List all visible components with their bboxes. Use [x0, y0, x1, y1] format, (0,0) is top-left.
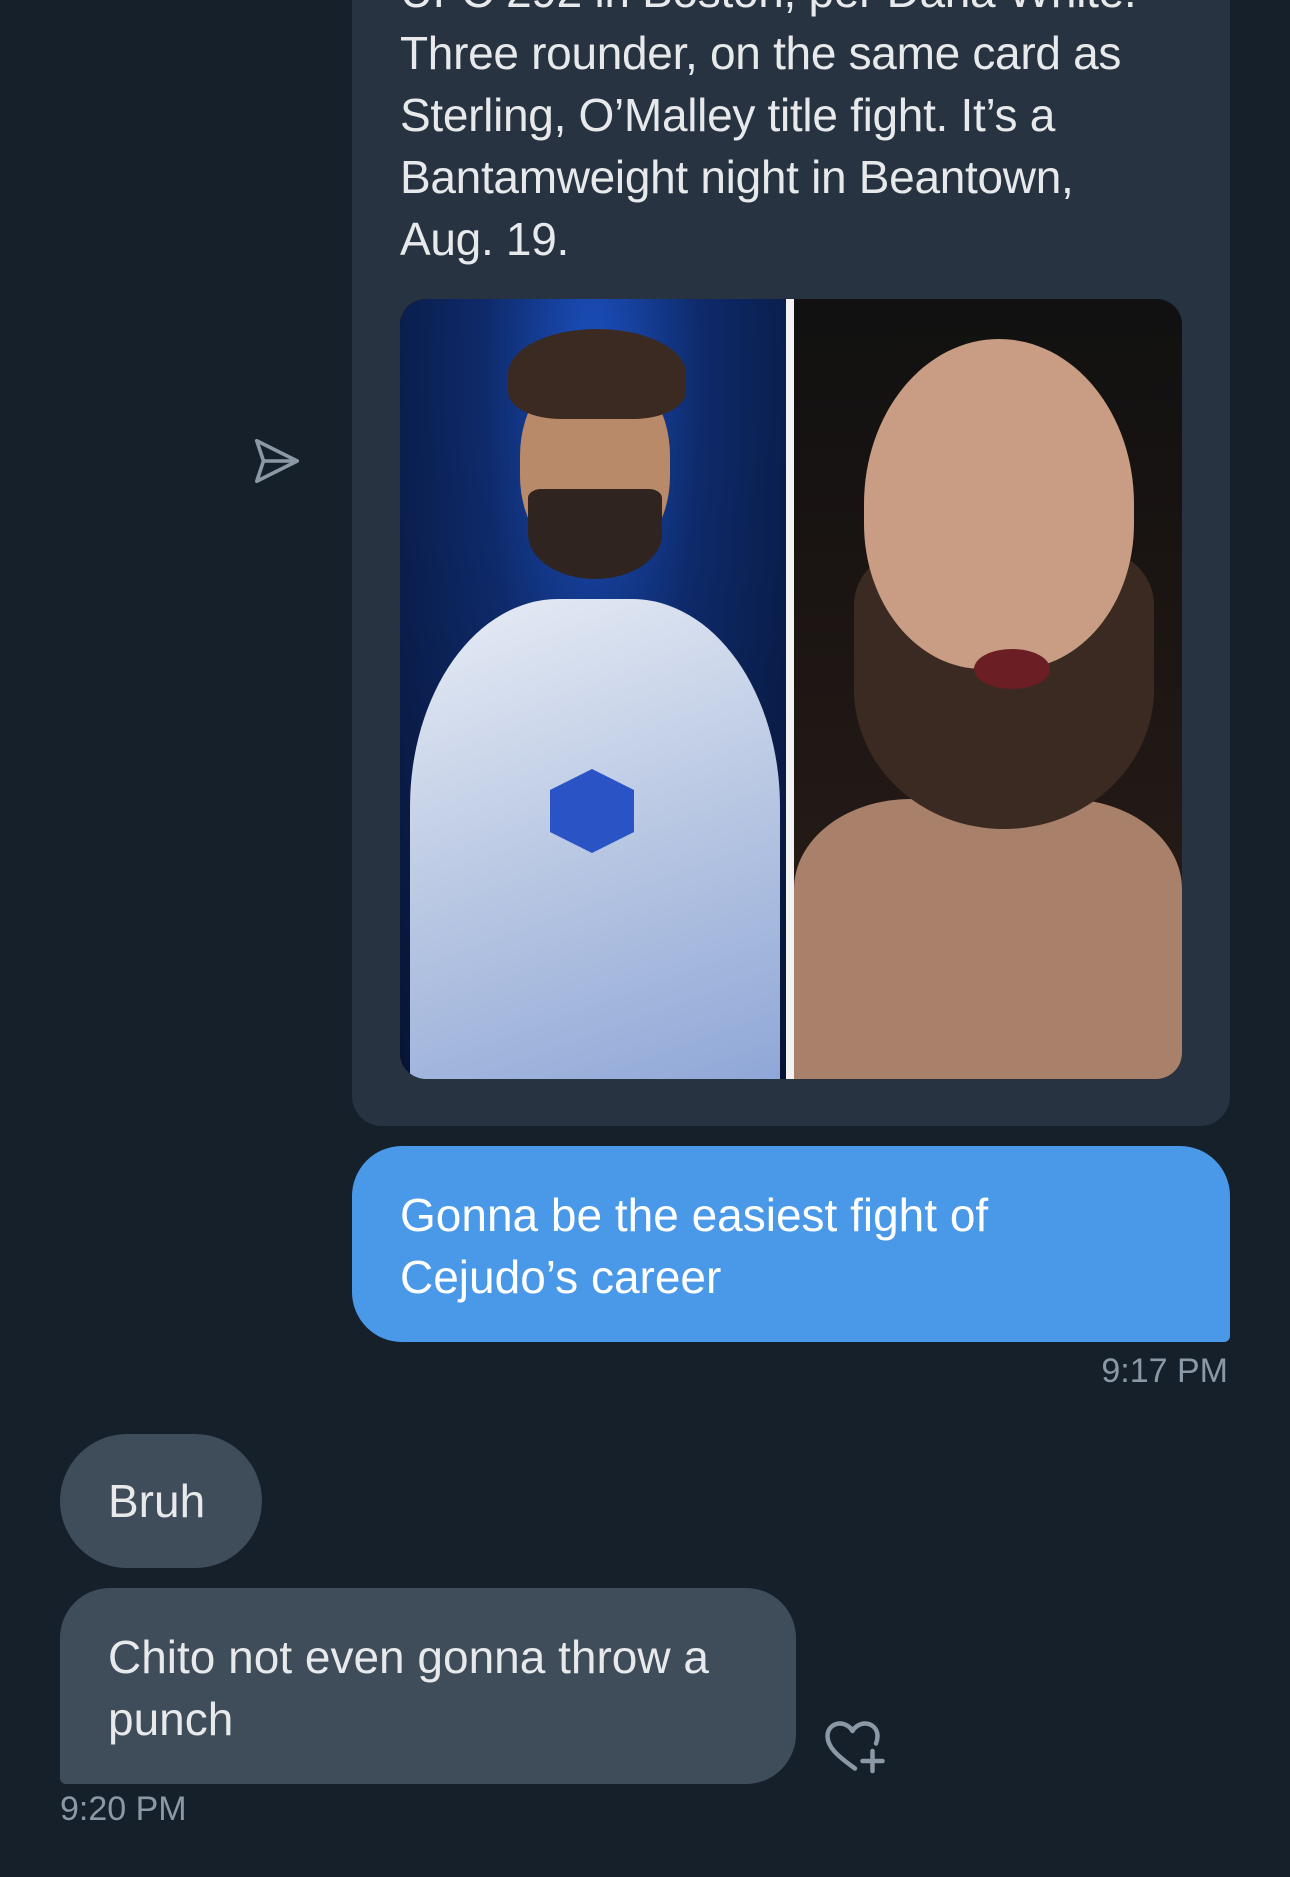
shared-tweet-card[interactable]: UFC 292 in Boston, per Dana White. Three…	[352, 0, 1230, 1126]
send-icon[interactable]	[250, 434, 304, 488]
fighter-beard	[528, 489, 662, 579]
message-text: Chito not even gonna throw a	[108, 1631, 709, 1683]
message-received[interactable]: Bruh	[60, 1434, 262, 1568]
message-timestamp: 9:17 PM	[1101, 1352, 1228, 1390]
message-received[interactable]: Chito not even gonna throw a punch	[60, 1588, 796, 1784]
message-text: Bruh	[108, 1475, 206, 1527]
fighter-head	[864, 339, 1134, 669]
shared-tweet-line: Sterling, O’Malley title fight. It’s a	[400, 89, 1056, 141]
fighter-chest	[794, 799, 1182, 1079]
message-text: punch	[108, 1693, 234, 1745]
fighter-hair	[508, 329, 686, 419]
shared-tweet-text: UFC 292 in Boston, per Dana White. Three…	[400, 0, 1200, 270]
shared-tweet-line: Bantamweight night in Beantown,	[400, 151, 1074, 203]
photo-divider	[786, 299, 794, 1079]
message-text: Gonna be the easiest fight of	[400, 1189, 989, 1241]
shared-tweet-line: Three rounder, on the same card as	[400, 27, 1122, 79]
heart-add-icon[interactable]	[822, 1716, 888, 1776]
message-text: Cejudo’s career	[400, 1251, 722, 1303]
message-sent[interactable]: Gonna be the easiest fight of Cejudo’s c…	[352, 1146, 1230, 1342]
fighter-photo-left[interactable]	[400, 299, 786, 1079]
message-timestamp: 9:20 PM	[60, 1790, 187, 1828]
shared-tweet-line: Aug. 19.	[400, 213, 569, 265]
shared-tweet-line: UFC 292 in Boston, per Dana White.	[400, 0, 1200, 22]
shared-tweet-media[interactable]	[400, 299, 1182, 1079]
fighter-photo-right[interactable]	[794, 299, 1182, 1079]
fighter-mouth	[974, 649, 1050, 689]
